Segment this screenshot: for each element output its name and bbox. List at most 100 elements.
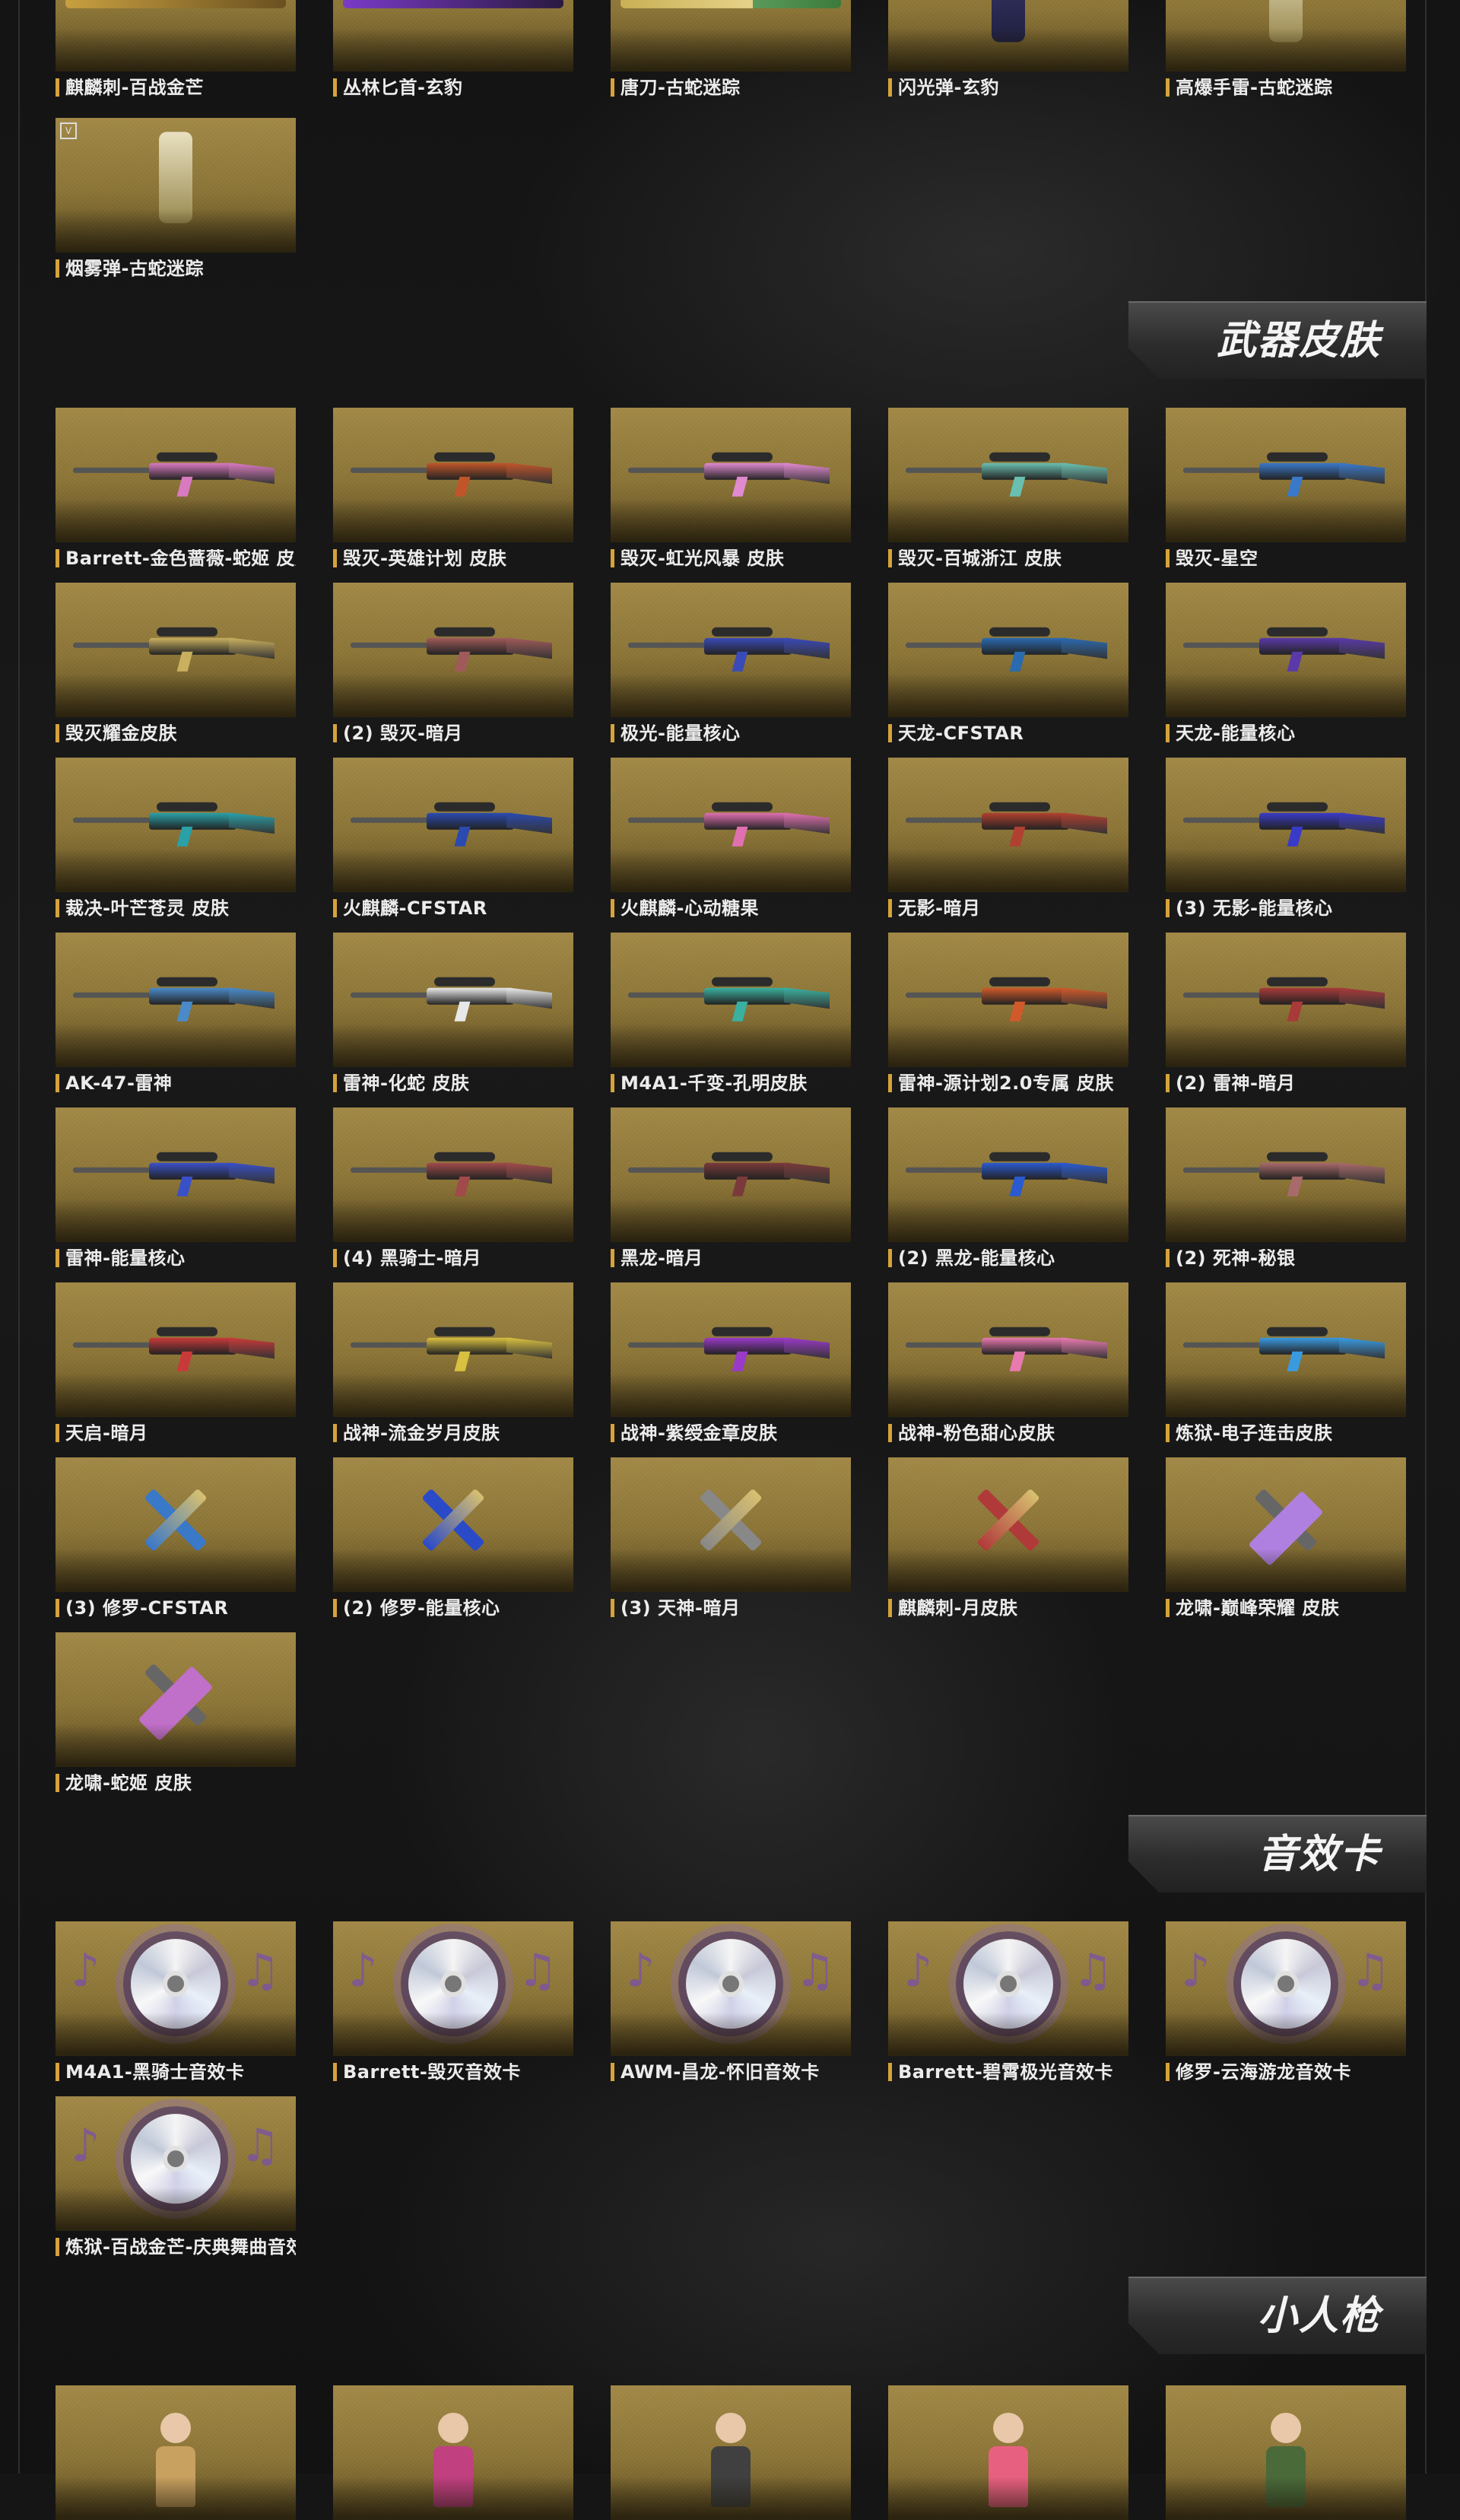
top-item[interactable]: 闪光弹-玄豹 — [888, 0, 1128, 97]
item-thumbnail[interactable] — [888, 1282, 1128, 1417]
item-thumbnail[interactable] — [611, 0, 851, 72]
item-thumbnail[interactable] — [611, 933, 851, 1067]
item-thumbnail[interactable] — [611, 583, 851, 717]
item-thumbnail[interactable] — [1166, 1282, 1406, 1417]
weapon-skin-item[interactable]: 火麒麟-CFSTAR — [333, 758, 573, 917]
weapon-skin-item[interactable]: 战神-粉色甜心皮肤 — [888, 1282, 1128, 1442]
item-thumbnail[interactable] — [56, 1632, 296, 1767]
item-thumbnail[interactable] — [611, 408, 851, 542]
sound-card-item[interactable]: ♪ ♫ Barrett-碧霄极光音效卡 — [888, 1921, 1128, 2081]
weapon-skin-item[interactable]: 毁灭-英雄计划 皮肤 — [333, 408, 573, 567]
item-thumbnail[interactable] — [611, 1282, 851, 1417]
weapon-skin-item[interactable]: 毁灭-虹光风暴 皮肤 — [611, 408, 851, 567]
top-item[interactable]: 唐刀-古蛇迷踪 — [611, 0, 851, 97]
mini-gun-item[interactable] — [1166, 2385, 1406, 2520]
weapon-skin-item[interactable]: (2) 修罗-能量核心 — [333, 1457, 573, 1617]
item-thumbnail[interactable] — [56, 408, 296, 542]
item-thumbnail[interactable] — [56, 1457, 296, 1592]
mini-gun-item[interactable] — [333, 2385, 573, 2520]
sound-card-item[interactable]: ♪ ♫ 修罗-云海游龙音效卡 — [1166, 1921, 1406, 2081]
weapon-skin-item[interactable]: 雷神-化蛇 皮肤 — [333, 933, 573, 1092]
item-thumbnail[interactable]: ♪ ♫ — [1166, 1921, 1406, 2056]
item-thumbnail[interactable] — [56, 933, 296, 1067]
sound-card-item[interactable]: ♪ ♫ Barrett-毁灭音效卡 — [333, 1921, 573, 2081]
item-thumbnail[interactable] — [1166, 0, 1406, 72]
weapon-skin-item[interactable]: 战神-流金岁月皮肤 — [333, 1282, 573, 1442]
weapon-skin-item[interactable]: (4) 黑骑士-暗月 — [333, 1107, 573, 1267]
weapon-skin-item[interactable]: 裁决-叶芒苍灵 皮肤 — [56, 758, 296, 917]
weapon-skin-item[interactable]: (2) 雷神-暗月 — [1166, 933, 1406, 1092]
weapon-skin-item[interactable]: M4A1-千变-孔明皮肤 — [611, 933, 851, 1092]
weapon-skin-item[interactable]: 天龙-CFSTAR — [888, 583, 1128, 742]
weapon-skin-item[interactable]: (2) 毁灭-暗月 — [333, 583, 573, 742]
item-thumbnail[interactable] — [888, 1107, 1128, 1242]
top-item[interactable]: 高爆手雷-古蛇迷踪 — [1166, 0, 1406, 97]
weapon-skin-item[interactable]: (2) 死神-秘银 — [1166, 1107, 1406, 1267]
item-thumbnail[interactable]: V — [56, 118, 296, 253]
item-thumbnail[interactable] — [333, 2385, 573, 2520]
weapon-skin-item[interactable]: 雷神-源计划2.0专属 皮肤 — [888, 933, 1128, 1092]
item-thumbnail[interactable] — [56, 0, 296, 72]
item-thumbnail[interactable] — [888, 933, 1128, 1067]
item-thumbnail[interactable] — [1166, 1457, 1406, 1592]
weapon-skin-item[interactable]: (3) 天神-暗月 — [611, 1457, 851, 1617]
top-item[interactable]: V 烟雾弹-古蛇迷踪 — [56, 118, 296, 278]
item-thumbnail[interactable] — [333, 1107, 573, 1242]
item-thumbnail[interactable] — [1166, 758, 1406, 892]
item-thumbnail[interactable] — [333, 758, 573, 892]
item-thumbnail[interactable] — [56, 1282, 296, 1417]
weapon-skin-item[interactable]: 毁灭-星空 — [1166, 408, 1406, 567]
weapon-skin-item[interactable]: 炼狱-电子连击皮肤 — [1166, 1282, 1406, 1442]
item-thumbnail[interactable] — [333, 933, 573, 1067]
top-item[interactable]: 麒麟刺-百战金芒 — [56, 0, 296, 97]
mini-gun-item[interactable] — [611, 2385, 851, 2520]
weapon-skin-item[interactable]: 毁灭-百城浙江 皮肤 — [888, 408, 1128, 567]
item-thumbnail[interactable] — [56, 758, 296, 892]
weapon-skin-item[interactable]: 黑龙-暗月 — [611, 1107, 851, 1267]
item-thumbnail[interactable] — [333, 583, 573, 717]
sound-card-item[interactable]: ♪♫炼狱-百战金芒-庆典舞曲音效卡 — [56, 2096, 296, 2256]
sound-card-item[interactable]: ♪ ♫ AWM-昌龙-怀旧音效卡 — [611, 1921, 851, 2081]
weapon-skin-item[interactable]: 毁灭耀金皮肤 — [56, 583, 296, 742]
item-thumbnail[interactable] — [611, 1457, 851, 1592]
item-thumbnail[interactable] — [888, 2385, 1128, 2520]
item-thumbnail[interactable] — [888, 758, 1128, 892]
weapon-skin-item[interactable]: 极光-能量核心 — [611, 583, 851, 742]
item-thumbnail[interactable] — [611, 758, 851, 892]
sound-card-item[interactable]: ♪ ♫ M4A1-黑骑士音效卡 — [56, 1921, 296, 2081]
item-thumbnail[interactable] — [56, 583, 296, 717]
item-thumbnail[interactable] — [333, 1282, 573, 1417]
top-item[interactable]: 丛林匕首-玄豹 — [333, 0, 573, 97]
weapon-skin-item[interactable]: Barrett-金色蔷薇-蛇姬 皮肤 — [56, 408, 296, 567]
item-thumbnail[interactable]: ♪ ♫ — [333, 1921, 573, 2056]
weapon-skin-item[interactable]: 麒麟刺-月皮肤 — [888, 1457, 1128, 1617]
mini-gun-item[interactable] — [56, 2385, 296, 2520]
item-thumbnail[interactable] — [333, 0, 573, 72]
item-thumbnail[interactable] — [1166, 408, 1406, 542]
item-thumbnail[interactable] — [888, 0, 1128, 72]
item-thumbnail[interactable] — [56, 2385, 296, 2520]
weapon-skin-item[interactable]: (3) 修罗-CFSTAR — [56, 1457, 296, 1617]
weapon-skin-item[interactable]: 天龙-能量核心 — [1166, 583, 1406, 742]
item-thumbnail[interactable] — [1166, 2385, 1406, 2520]
mini-gun-item[interactable] — [888, 2385, 1128, 2520]
item-thumbnail[interactable] — [333, 1457, 573, 1592]
item-thumbnail[interactable] — [611, 1107, 851, 1242]
weapon-skin-item[interactable]: 龙啸-蛇姬 皮肤 — [56, 1632, 296, 1792]
weapon-skin-item[interactable]: 战神-紫绶金章皮肤 — [611, 1282, 851, 1442]
item-thumbnail[interactable]: ♪ ♫ — [888, 1921, 1128, 2056]
weapon-skin-item[interactable]: 龙啸-巅峰荣耀 皮肤 — [1166, 1457, 1406, 1617]
item-thumbnail[interactable] — [611, 2385, 851, 2520]
item-thumbnail[interactable] — [333, 408, 573, 542]
weapon-skin-item[interactable]: AK-47-雷神 — [56, 933, 296, 1092]
weapon-skin-item[interactable]: 天启-暗月 — [56, 1282, 296, 1442]
item-thumbnail[interactable] — [888, 408, 1128, 542]
weapon-skin-item[interactable]: 雷神-能量核心 — [56, 1107, 296, 1267]
item-thumbnail[interactable] — [1166, 1107, 1406, 1242]
item-thumbnail[interactable]: ♪ ♫ — [611, 1921, 851, 2056]
weapon-skin-item[interactable]: (3) 无影-能量核心 — [1166, 758, 1406, 917]
item-thumbnail[interactable] — [1166, 583, 1406, 717]
weapon-skin-item[interactable]: 火麒麟-心动糖果 — [611, 758, 851, 917]
item-thumbnail[interactable] — [1166, 933, 1406, 1067]
item-thumbnail[interactable] — [888, 583, 1128, 717]
